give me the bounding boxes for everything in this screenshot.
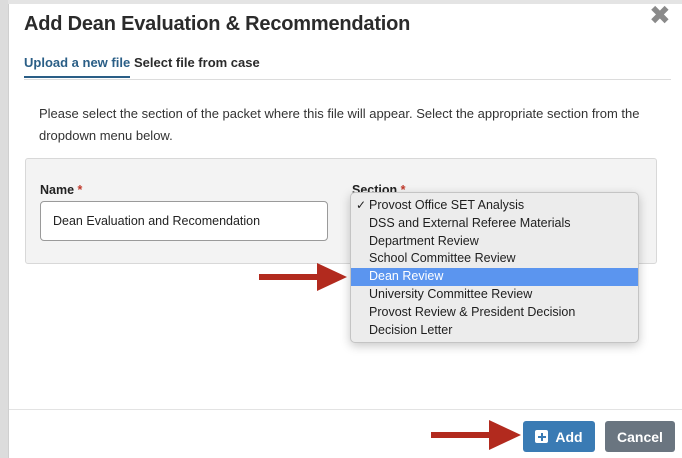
option-label: School Committee Review bbox=[369, 251, 516, 266]
add-file-modal: Add Dean Evaluation & Recommendation ✖ U… bbox=[8, 2, 682, 458]
instructions-text: Please select the section of the packet … bbox=[39, 106, 640, 143]
add-button-label: Add bbox=[555, 428, 583, 445]
tab-select-file-from-case[interactable]: Select file from case bbox=[134, 55, 260, 76]
dropdown-option[interactable]: ✓ Provost Office SET Analysis bbox=[351, 197, 638, 215]
dropdown-option[interactable]: Decision Letter bbox=[351, 322, 638, 340]
dropdown-option[interactable]: Department Review bbox=[351, 233, 638, 251]
option-label: Provost Office SET Analysis bbox=[369, 198, 525, 212]
close-icon[interactable]: ✖ bbox=[649, 2, 671, 28]
option-label: Department Review bbox=[369, 233, 479, 248]
dropdown-option[interactable]: DSS and External Referee Materials bbox=[351, 215, 638, 233]
dropdown-option-highlighted[interactable]: Dean Review bbox=[351, 268, 638, 286]
modal-title: Add Dean Evaluation & Recommendation bbox=[24, 13, 411, 35]
arrow-right-icon bbox=[259, 263, 347, 291]
dropdown-option[interactable]: School Committee Review bbox=[351, 250, 638, 268]
option-label: Provost Review & President Decision bbox=[369, 304, 576, 319]
arrow-right-icon bbox=[431, 420, 521, 450]
option-label: Dean Review bbox=[369, 269, 444, 284]
tab-upload-new-file[interactable]: Upload a new file bbox=[24, 55, 131, 78]
required-marker: * bbox=[77, 183, 83, 197]
tab-bar: Upload a new file Select file from case bbox=[24, 52, 671, 80]
window-left-edge bbox=[0, 0, 8, 458]
option-label: University Committee Review bbox=[369, 286, 533, 301]
footer-divider bbox=[9, 409, 682, 410]
add-button[interactable]: Add bbox=[523, 421, 595, 452]
section-dropdown-menu[interactable]: ✓ Provost Office SET Analysis DSS and Ex… bbox=[350, 192, 639, 343]
option-label: DSS and External Referee Materials bbox=[369, 215, 571, 230]
name-input[interactable] bbox=[40, 201, 328, 241]
name-label: Name * bbox=[40, 183, 82, 197]
cancel-button[interactable]: Cancel bbox=[605, 421, 675, 452]
name-label-text: Name bbox=[40, 183, 75, 197]
checkmark-icon: ✓ bbox=[356, 198, 367, 212]
dropdown-option[interactable]: Provost Review & President Decision bbox=[351, 304, 638, 322]
dropdown-option[interactable]: University Committee Review bbox=[351, 286, 638, 304]
option-label: Decision Letter bbox=[369, 322, 453, 337]
plus-square-icon bbox=[535, 430, 549, 443]
